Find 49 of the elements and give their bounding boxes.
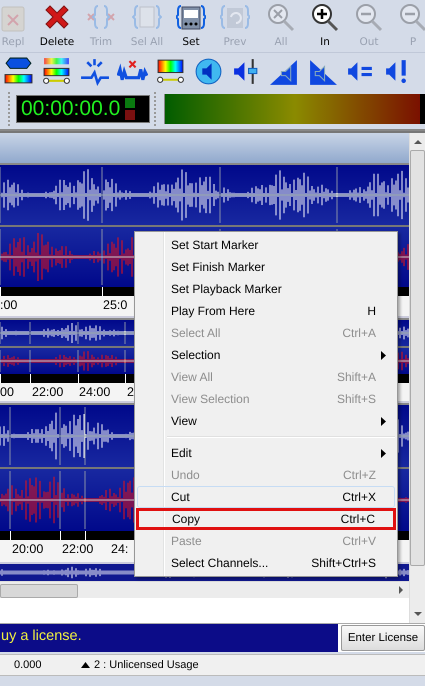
menu-item[interactable]: Copy Ctrl+C [136,508,396,530]
menu-item[interactable]: Edit [137,442,395,464]
down-arrow-icon[interactable] [414,610,422,618]
time-label: 24: [111,542,128,556]
submenu-arrow-icon [381,417,386,426]
toolbar-button[interactable]: Delete [35,0,79,52]
position-value: 0.000 [13,659,43,671]
vertical-scrollbar[interactable] [409,133,425,623]
spark-icon[interactable] [79,57,110,86]
speaker-icon[interactable] [193,57,224,86]
menu-item[interactable]: View [137,410,395,432]
menu-item[interactable]: Select Channels... Shift+Ctrl+S [137,552,395,574]
time-label: 24:00 [79,385,110,399]
time-label: 22:00 [32,385,64,399]
scrollbar-thumb[interactable] [410,150,425,566]
submenu-arrow-icon [381,351,386,360]
menu-item[interactable]: Play From Here H [137,300,395,322]
time-counter: 00:00:00.0 [21,97,120,121]
zoom-out-icon [354,3,384,33]
spectrum-range-icon[interactable] [155,57,186,86]
time-label: 25:0 [103,298,128,312]
license-message: uy a license. [0,624,338,652]
enter-license-button[interactable]: Enter License [341,625,425,651]
time-label: 00 [0,385,14,399]
menu-item[interactable]: Cut Ctrl+X [137,486,395,508]
zoom-out-icon [398,3,425,33]
menu-item[interactable]: Selection [137,344,395,366]
zoom-in-icon [310,3,340,33]
toolbar-button[interactable]: Set [169,0,213,52]
time-label: :00 [0,298,18,312]
status-led [125,98,136,108]
color-scheme-icon[interactable] [3,57,34,86]
menu-item[interactable]: Set Finish Marker [137,256,395,278]
status-message: 2 : Unlicensed Usage [94,659,199,671]
horizontal-scrollbar[interactable] [0,581,409,598]
up-arrow-icon[interactable] [81,662,90,668]
scrollbar-thumb[interactable] [0,584,78,598]
time-label: 20:00 [12,542,44,556]
toolbar-button[interactable]: In [303,0,347,52]
right-arrow-icon[interactable] [397,586,405,594]
menu-item[interactable]: Set Start Marker [137,234,395,256]
spectrum-slider-icon[interactable] [41,57,72,86]
status-led [125,110,136,120]
submenu-arrow-icon [381,449,386,458]
menu-item[interactable]: Set Playback Marker [137,278,395,300]
time-label: 22:00 [62,542,94,556]
up-arrow-icon[interactable] [414,138,422,146]
zoom-icon [266,3,296,33]
time-label: 2 [127,385,134,399]
